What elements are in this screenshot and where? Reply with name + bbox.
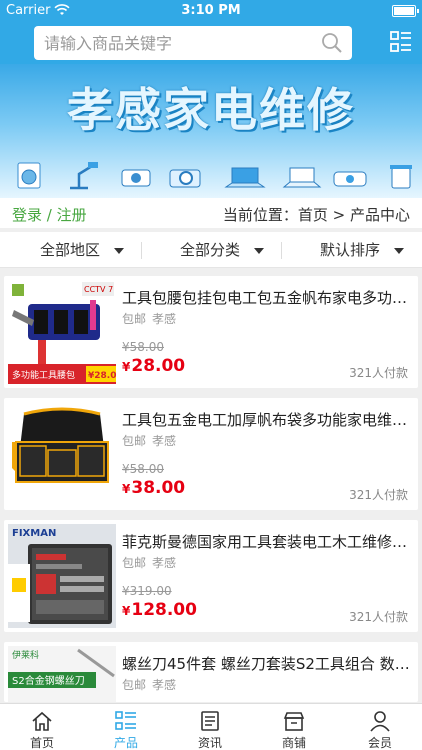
washing-machine-icon [17, 162, 41, 189]
breadcrumb: 当前位置：首页 > 产品中心 [222, 206, 410, 224]
tab-news[interactable]: 资讯 [168, 704, 252, 750]
filter-category[interactable]: 全部分类 [180, 232, 265, 268]
product-list-icon [115, 711, 136, 730]
sale-price: ¥128.00 [122, 600, 197, 620]
tab-home-label: 首页 [29, 736, 54, 750]
sales-count: 321人付款 [349, 488, 408, 502]
appliance-illustrations [17, 162, 412, 190]
product-meta: 包邮 孝感 [122, 676, 182, 693]
product-image[interactable]: 伊莱科 S2合金钢螺丝刀 [8, 646, 116, 702]
sale-price: ¥28.00 [122, 356, 185, 376]
login-register: 登录 / 注册 [12, 204, 87, 225]
member-icon [370, 711, 390, 732]
camera-icon [121, 169, 151, 187]
filter-divider [281, 242, 282, 259]
filter-sort[interactable]: 默认排序 [320, 232, 405, 268]
banner-title: 孝感家电维修 [67, 83, 355, 137]
product-card[interactable]: 伊莱科 S2合金钢螺丝刀 螺丝刀45件套 螺丝刀套装S2工具组合 数码维修 包邮… [4, 642, 418, 702]
tab-shops-label: 商铺 [281, 736, 306, 750]
product-name[interactable]: 菲克斯曼德国家用工具套装电工木工维修工具箱 [122, 531, 412, 552]
shipping-tag: 包邮 [122, 556, 147, 570]
filter-bar: 全部地区 全部分类 默认排序 [0, 232, 422, 268]
battery-icon [392, 5, 419, 17]
router-icon [333, 171, 367, 187]
sale-price-value: 38.00 [131, 478, 186, 498]
sales-count: 321人付款 [349, 610, 408, 624]
category-menu-icon[interactable] [390, 31, 412, 53]
product-image[interactable] [8, 402, 116, 506]
sale-price-value: 128.00 [131, 600, 197, 620]
product-meta: 包邮 孝感 [122, 310, 182, 327]
original-price: ¥319.00 [122, 584, 172, 598]
login-separator: / [42, 206, 57, 224]
product-name[interactable]: 工具包五金电工加厚帆布袋多功能家电维修工具包 [122, 409, 412, 430]
tab-products[interactable]: 产品 [84, 704, 168, 750]
chevron-down-icon [254, 247, 265, 254]
shipping-tag: 包邮 [122, 434, 147, 448]
product-card[interactable]: 工具包五金电工加厚帆布袋多功能家电维修工具包 包邮孝感 ¥58.00 ¥38.0… [4, 398, 418, 510]
original-price: ¥58.00 [122, 462, 164, 476]
product-meta: 包邮 孝感 [122, 554, 182, 571]
product-thumb-brand: CCTV 7 [84, 285, 113, 294]
filter-category-label: 全部分类 [180, 241, 241, 259]
home-icon [32, 711, 52, 731]
desk-lamp-icon [70, 162, 98, 190]
shipping-tag: 包邮 [122, 678, 147, 692]
product-name[interactable]: 螺丝刀45件套 螺丝刀套装S2工具组合 数码维修 [122, 653, 412, 674]
search-header [0, 22, 422, 64]
product-thumb-caption: 多功能工具腰包 [12, 369, 75, 381]
banner[interactable]: 孝感家电维修 [0, 64, 422, 198]
camera-icon [169, 169, 201, 188]
sales-count: 321人付款 [349, 366, 408, 380]
news-icon [201, 711, 219, 731]
product-card[interactable]: FIXMAN 菲克斯曼德国家用工具套装电工木工维修工具箱 包邮 孝感 ¥319.0… [4, 520, 418, 632]
product-image[interactable]: CCTV 7 多功能工具腰包 ¥28.0 [8, 280, 116, 384]
currency-symbol: ¥ [122, 604, 131, 618]
shop-icon [283, 712, 305, 731]
search-icon[interactable] [320, 31, 344, 55]
product-location: 孝感 [152, 434, 177, 448]
sale-price: ¥38.00 [122, 478, 185, 498]
trash-bin-icon [390, 165, 412, 189]
filter-divider [141, 242, 142, 259]
bottom-tab-bar: 首页 产品 资讯 商铺 会员 [0, 703, 422, 750]
laptop-icon [282, 167, 322, 188]
sale-price-value: 28.00 [131, 356, 186, 376]
tab-member-label: 会员 [367, 736, 392, 750]
register-link[interactable]: 注册 [57, 206, 87, 224]
product-thumb-brand: 伊莱科 [12, 649, 39, 661]
product-location: 孝感 [152, 678, 177, 692]
product-thumb-caption: S2合金钢螺丝刀 [12, 674, 85, 687]
original-price: ¥58.00 [122, 340, 164, 354]
tab-member[interactable]: 会员 [338, 704, 422, 750]
tab-products-label: 产品 [113, 736, 138, 750]
product-thumb-brand: FIXMAN [12, 528, 56, 539]
product-name[interactable]: 工具包腰包挂包电工包五金帆布家电多功能工具包 [122, 287, 412, 308]
chevron-down-icon [394, 247, 405, 254]
product-card[interactable]: CCTV 7 多功能工具腰包 ¥28.0 工具包腰包挂包电工包五金帆布家电多功能… [4, 276, 418, 388]
chevron-down-icon [114, 247, 125, 254]
product-location: 孝感 [152, 556, 177, 570]
tab-news-label: 资讯 [197, 736, 222, 750]
product-image[interactable]: FIXMAN [8, 524, 116, 628]
currency-symbol: ¥ [122, 360, 131, 374]
filter-sort-label: 默认排序 [320, 241, 381, 259]
status-bar: Carrier 3:10 PM [0, 0, 422, 22]
login-link[interactable]: 登录 [12, 206, 42, 224]
filter-region-label: 全部地区 [40, 241, 101, 259]
product-location: 孝感 [152, 312, 177, 326]
breadcrumb-bar: 登录 / 注册 当前位置：首页 > 产品中心 [0, 198, 422, 228]
search-box [34, 26, 352, 60]
tab-home[interactable]: 首页 [0, 704, 84, 750]
filter-region[interactable]: 全部地区 [40, 232, 125, 268]
laptop-icon [224, 167, 266, 188]
currency-symbol: ¥ [122, 482, 131, 496]
clock: 3:10 PM [181, 3, 241, 18]
product-meta: 包邮 孝感 [122, 432, 182, 449]
tab-shops[interactable]: 商铺 [252, 704, 336, 750]
product-thumb-price: ¥28.0 [88, 371, 116, 381]
search-input[interactable] [34, 26, 304, 60]
shipping-tag: 包邮 [122, 312, 147, 326]
